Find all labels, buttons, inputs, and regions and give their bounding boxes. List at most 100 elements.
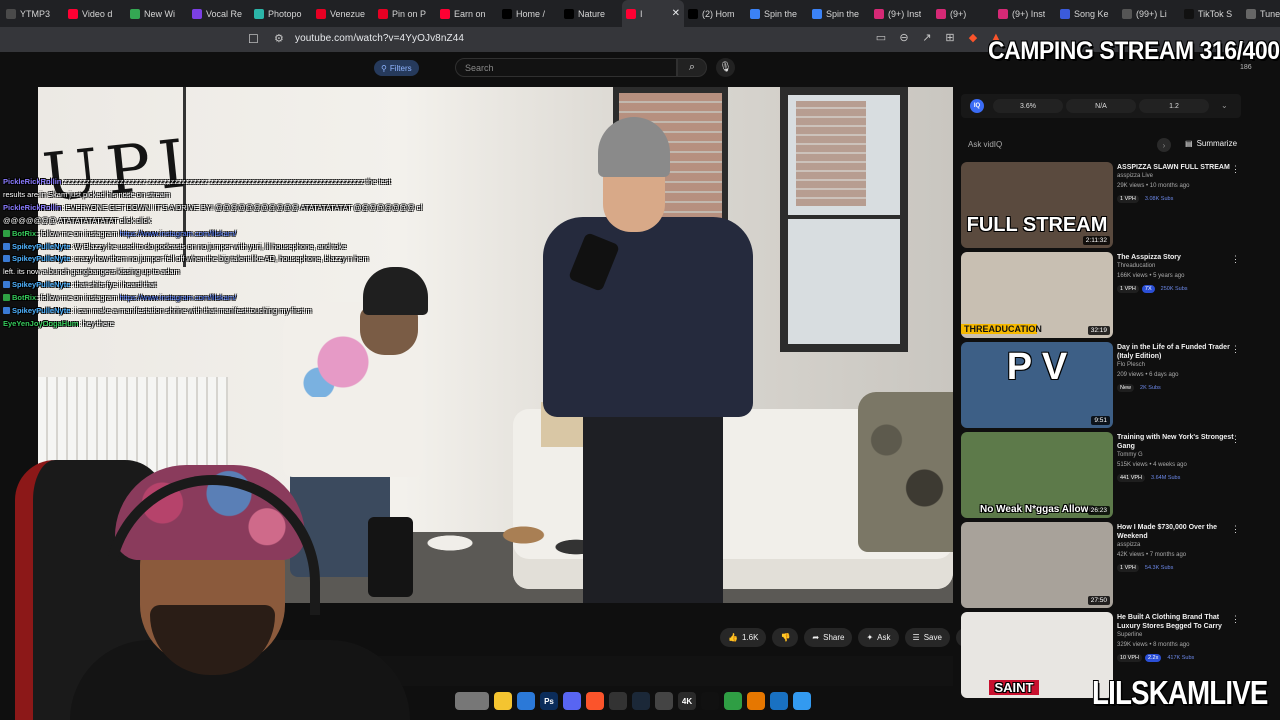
more-vertical-icon[interactable]: ⋮	[1231, 344, 1240, 355]
task-view-icon[interactable]	[455, 692, 489, 710]
recommended-channel-name[interactable]: Flo Plesch	[1117, 362, 1145, 368]
brave-icon[interactable]	[586, 692, 604, 710]
recommended-channel-name[interactable]: Superline	[1117, 632, 1142, 638]
video-thumbnail[interactable]: SAINT	[961, 612, 1113, 698]
recommended-video[interactable]: 27:50 How I Made $730,000 Over the Weeken…	[961, 522, 1251, 610]
browser-tab[interactable]: (9+) Inst	[994, 0, 1056, 27]
video-thumbnail[interactable]: P V 9:51	[961, 342, 1113, 428]
recommended-video-title[interactable]: ASSPIZZA SLAWN FULL STREAM	[1117, 163, 1235, 172]
browser-tab[interactable]: Spin the	[746, 0, 808, 27]
close-icon[interactable]: ✕	[672, 8, 680, 19]
video-thumbnail[interactable]: 27:50	[961, 522, 1113, 608]
save-button[interactable]: ☰ Save	[904, 628, 950, 647]
like-button[interactable]: 👍 1.6K	[720, 628, 767, 647]
tab-favicon-icon	[254, 8, 264, 19]
url-field[interactable]: youtube.com/watch?v=4YyOJv8nZ44	[295, 33, 464, 44]
recommended-video[interactable]: FULL STREAM 2:11:32 ASSPIZZA SLAWN FULL ST…	[961, 162, 1251, 250]
browser-tab[interactable]: Vocal Re	[188, 0, 250, 27]
recommended-channel-name[interactable]: Threaducation	[1117, 263, 1155, 269]
more-vertical-icon[interactable]: ⋮	[1231, 254, 1240, 265]
install-icon[interactable]: ⊞	[943, 31, 957, 44]
4k-icon[interactable]: 4K	[678, 692, 696, 710]
filters-button[interactable]: ⚲ Filters	[374, 60, 419, 76]
vidiq-badge: 3.08K Subs	[1144, 196, 1174, 202]
app-orange-icon[interactable]	[747, 692, 765, 710]
app-icon[interactable]	[655, 692, 673, 710]
browser-tab[interactable]: (9+)	[932, 0, 994, 27]
ask-button[interactable]: ✦ Ask	[858, 628, 899, 647]
browser-tab[interactable]: Video d	[64, 0, 126, 27]
browser-tab[interactable]: Photopo	[250, 0, 312, 27]
recommended-channel-name[interactable]: asspizza Live	[1117, 173, 1153, 179]
recommended-video-title[interactable]: He Built A Clothing Brand That Luxury St…	[1117, 613, 1235, 631]
app-green-icon[interactable]	[724, 692, 742, 710]
browser-tab[interactable]: Home /	[498, 0, 560, 27]
discord-icon[interactable]	[563, 692, 581, 710]
recommended-video-title[interactable]: Day in the Life of a Funded Trader (Ital…	[1117, 343, 1235, 361]
browser-tab[interactable]: (99+) Li	[1118, 0, 1180, 27]
chat-text: : follow me on instagram	[36, 228, 120, 238]
recommended-video[interactable]: No Weak N*ggas Allowe 26:23 Training with …	[961, 432, 1251, 520]
tab-favicon-icon	[68, 8, 78, 19]
ask-vidiq-input[interactable]: Ask vidIQ	[961, 136, 1176, 153]
thumbnail-text: SAINT	[989, 680, 1039, 695]
browser-tab[interactable]: Tunes	[1242, 0, 1280, 27]
browser-tab[interactable]: Spin the	[808, 0, 870, 27]
browser-tab[interactable]: I ✕	[622, 0, 684, 27]
video-thumbnail[interactable]: THREADUCATION 32:19	[961, 252, 1113, 338]
browser-tab[interactable]: (2) Hom	[684, 0, 746, 27]
browser-tab[interactable]: Earn on	[436, 0, 498, 27]
browser-tab[interactable]: New Wi	[126, 0, 188, 27]
browser-tab[interactable]: Venezue	[312, 0, 374, 27]
chat-link[interactable]: https://www.instagram.com/lilskam/	[120, 293, 237, 302]
capcut-icon[interactable]	[701, 692, 719, 710]
file-explorer-icon[interactable]	[494, 692, 512, 710]
app-blue-icon[interactable]	[770, 692, 788, 710]
vidiq-badge: 441 VPH	[1117, 474, 1146, 482]
more-vertical-icon[interactable]: ⋮	[1231, 434, 1240, 445]
more-vertical-icon[interactable]: ⋮	[1231, 524, 1240, 535]
camping-stream-overlay: CAMPING STREAM 316/400	[988, 37, 1280, 65]
more-vertical-icon[interactable]: ⋮	[1231, 164, 1240, 175]
browser-tab[interactable]: Song Ke	[1056, 0, 1118, 27]
dislike-button[interactable]: 👎	[772, 628, 799, 647]
recommended-video[interactable]: P V 9:51 Day in the Life of a Funded Trade…	[961, 342, 1251, 430]
store-icon[interactable]	[517, 692, 535, 710]
recommended-video[interactable]: THREADUCATION 32:19 The Asspizza Story Thre…	[961, 252, 1251, 340]
steam-icon[interactable]	[632, 692, 650, 710]
share-button[interactable]: ➦ Share	[804, 628, 853, 647]
brave-shields-icon[interactable]: ◆	[966, 31, 980, 44]
send-icon[interactable]: ›	[1157, 138, 1171, 152]
screencast-icon[interactable]: ▭	[874, 31, 888, 44]
browser-tab[interactable]: Pin on P	[374, 0, 436, 27]
chat-message: EyeYenJoyOogaHum: hey there	[3, 318, 423, 331]
browser-tab[interactable]: (9+) Inst	[870, 0, 932, 27]
voice-search-button[interactable]: 🎙	[716, 58, 735, 77]
chevron-down-icon[interactable]: ⌄	[1221, 101, 1228, 110]
browser-tab[interactable]: YTMP3	[2, 0, 64, 27]
search-button[interactable]: ⌕	[677, 58, 707, 77]
recommended-video-title[interactable]: Training with New York's Strongest Gang	[1117, 433, 1235, 451]
share-icon[interactable]: ↗	[920, 31, 934, 44]
site-info-icon[interactable]: ⚙	[274, 32, 284, 45]
notepad-icon[interactable]	[793, 692, 811, 710]
chat-link[interactable]: https://www.instagram.com/lilskam/	[120, 229, 237, 238]
browser-tab[interactable]: TikTok S	[1180, 0, 1242, 27]
recommended-channel-name[interactable]: asspizza	[1117, 542, 1140, 548]
recommended-channel-name[interactable]: Tommy G	[1117, 452, 1143, 458]
obs-icon[interactable]	[609, 692, 627, 710]
video-thumbnail[interactable]: No Weak N*ggas Allowe 26:23	[961, 432, 1113, 518]
summarize-button[interactable]: ▤ Summarize	[1185, 139, 1237, 148]
photoshop-icon[interactable]: Ps	[540, 692, 558, 710]
bookmark-icon[interactable]: ☐	[248, 32, 262, 46]
vidiq-badges: 1 VPH 7X 250K Subs	[1117, 285, 1191, 293]
chat-username: SpikeyPulleNyte	[12, 254, 71, 264]
vidiq-logo-icon[interactable]: IQ	[970, 99, 984, 113]
more-vertical-icon[interactable]: ⋮	[1231, 614, 1240, 625]
video-thumbnail[interactable]: FULL STREAM 2:11:32	[961, 162, 1113, 248]
recommended-video-title[interactable]: How I Made $730,000 Over the Weekend	[1117, 523, 1235, 541]
zoom-icon[interactable]: ⊖	[897, 31, 911, 44]
recommended-video-title[interactable]: The Asspizza Story	[1117, 253, 1235, 262]
search-input[interactable]: Search	[455, 58, 677, 77]
browser-tab[interactable]: Nature	[560, 0, 622, 27]
